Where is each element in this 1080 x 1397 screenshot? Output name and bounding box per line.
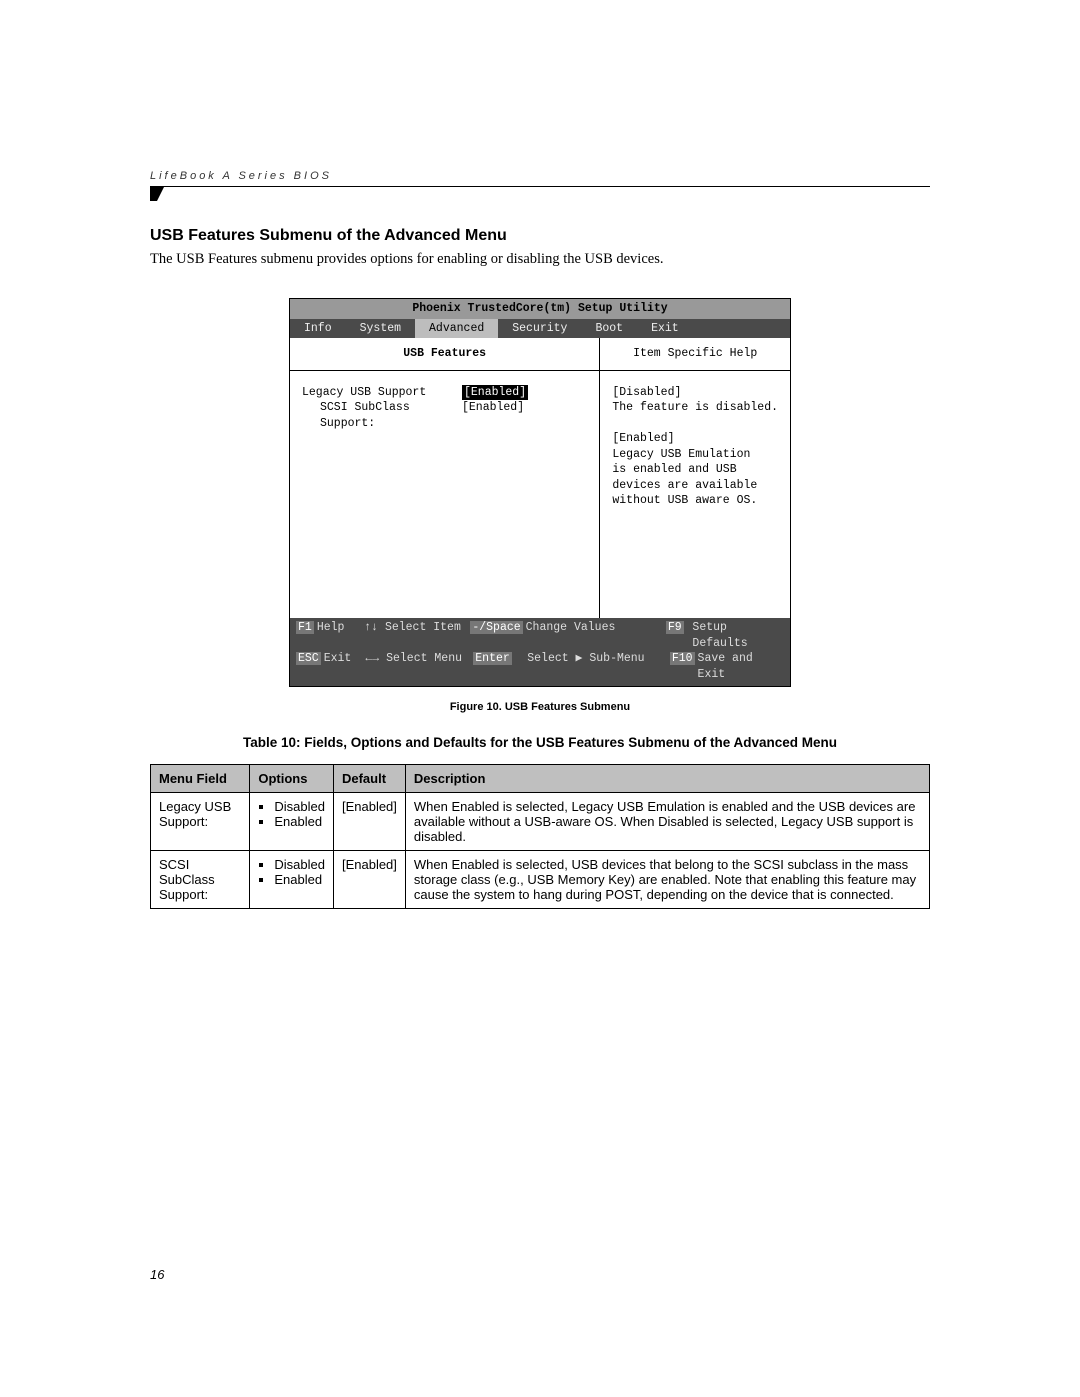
bios-tab-security: Security <box>498 319 581 339</box>
figure-caption: Figure 10. USB Features Submenu <box>150 701 930 713</box>
bios-help-line: Legacy USB Emulation <box>612 447 778 463</box>
key-enter-label: Select ▶ Sub-Menu <box>527 652 644 665</box>
bios-tab-system: System <box>346 319 415 339</box>
key-leftright-label: Select Menu <box>386 652 462 665</box>
table-header-cell: Default <box>333 765 405 793</box>
bios-setting-row: Legacy USB Support[Enabled] <box>302 385 587 401</box>
bios-setting-value: [Enabled] <box>462 400 524 431</box>
option-item: Disabled <box>274 799 325 814</box>
table-header-cell: Menu Field <box>151 765 250 793</box>
bios-help-heading: Item Specific Help <box>600 338 790 371</box>
bios-key-legend: F1Help ↑↓ Select Item -/Space Change Val… <box>290 618 790 686</box>
cell-menu-field: SCSI SubClass Support: <box>151 851 250 909</box>
key-f1-label: Help <box>317 621 345 634</box>
table-row: Legacy USB Support:DisabledEnabled[Enabl… <box>151 793 930 851</box>
table-header-cell: Options <box>250 765 334 793</box>
bios-tab-boot: Boot <box>581 319 637 339</box>
cell-description: When Enabled is selected, Legacy USB Emu… <box>405 793 929 851</box>
key-leftright-icon: ←→ <box>365 652 379 665</box>
key-f1: F1 <box>296 621 314 634</box>
running-head: LifeBook A Series BIOS <box>150 170 930 182</box>
header-rule <box>150 186 930 201</box>
option-item: Disabled <box>274 857 325 872</box>
bios-right-pane: Item Specific Help [Disabled]The feature… <box>600 338 790 618</box>
header-mark-icon <box>150 187 164 201</box>
key-esc: ESC <box>296 652 321 665</box>
bios-setting-label: SCSI SubClass Support: <box>302 400 462 431</box>
bios-setting-row: SCSI SubClass Support:[Enabled] <box>302 400 587 431</box>
table-header-row: Menu FieldOptionsDefaultDescription <box>151 765 930 793</box>
key-space-label: Change Values <box>526 621 616 634</box>
key-f10-label: Save and Exit <box>698 652 753 681</box>
bios-tab-advanced: Advanced <box>415 319 498 339</box>
bios-setting-label: Legacy USB Support <box>302 385 462 401</box>
bios-help-line <box>612 416 778 432</box>
section-title: USB Features Submenu of the Advanced Men… <box>150 227 930 245</box>
cell-options: DisabledEnabled <box>250 793 334 851</box>
document-page: LifeBook A Series BIOS USB Features Subm… <box>0 0 1080 1397</box>
section-intro: The USB Features submenu provides option… <box>150 251 930 268</box>
bios-setting-value: [Enabled] <box>462 385 528 401</box>
key-f10: F10 <box>670 652 695 665</box>
key-f9-label: Setup Defaults <box>692 621 747 650</box>
bios-help-line: is enabled and USB <box>612 462 778 478</box>
bios-screenshot: Phoenix TrustedCore(tm) Setup Utility In… <box>289 298 791 687</box>
table-row: SCSI SubClass Support:DisabledEnabled[En… <box>151 851 930 909</box>
bios-help-area: [Disabled]The feature is disabled. [Enab… <box>600 371 790 618</box>
bios-help-line: The feature is disabled. <box>612 400 778 416</box>
bios-tab-exit: Exit <box>637 319 693 339</box>
table-header-cell: Description <box>405 765 929 793</box>
bios-left-pane: USB Features Legacy USB Support[Enabled]… <box>290 338 600 618</box>
bios-left-heading: USB Features <box>290 338 599 371</box>
option-item: Enabled <box>274 814 325 829</box>
bios-help-line: without USB aware OS. <box>612 493 778 509</box>
key-enter: Enter <box>473 652 512 665</box>
key-updown-label: Select Item <box>385 621 461 634</box>
option-item: Enabled <box>274 872 325 887</box>
bios-utility-title: Phoenix TrustedCore(tm) Setup Utility <box>290 299 790 319</box>
cell-menu-field: Legacy USB Support: <box>151 793 250 851</box>
bios-settings-area: Legacy USB Support[Enabled]SCSI SubClass… <box>290 371 599 618</box>
cell-options: DisabledEnabled <box>250 851 334 909</box>
cell-default: [Enabled] <box>333 793 405 851</box>
table-caption: Table 10: Fields, Options and Defaults f… <box>150 735 930 750</box>
page-number: 16 <box>150 1267 164 1282</box>
bios-help-line: [Enabled] <box>612 431 778 447</box>
bios-help-line: [Disabled] <box>612 385 778 401</box>
options-table: Menu FieldOptionsDefaultDescription Lega… <box>150 764 930 909</box>
bios-tab-bar: InfoSystemAdvancedSecurityBootExit <box>290 319 790 339</box>
key-f9: F9 <box>666 621 684 634</box>
cell-description: When Enabled is selected, USB devices th… <box>405 851 929 909</box>
bios-help-line: devices are available <box>612 478 778 494</box>
cell-default: [Enabled] <box>333 851 405 909</box>
bios-tab-info: Info <box>290 319 346 339</box>
key-esc-label: Exit <box>324 652 352 665</box>
key-space: -/Space <box>470 621 522 634</box>
key-updown-icon: ↑↓ <box>364 621 378 634</box>
